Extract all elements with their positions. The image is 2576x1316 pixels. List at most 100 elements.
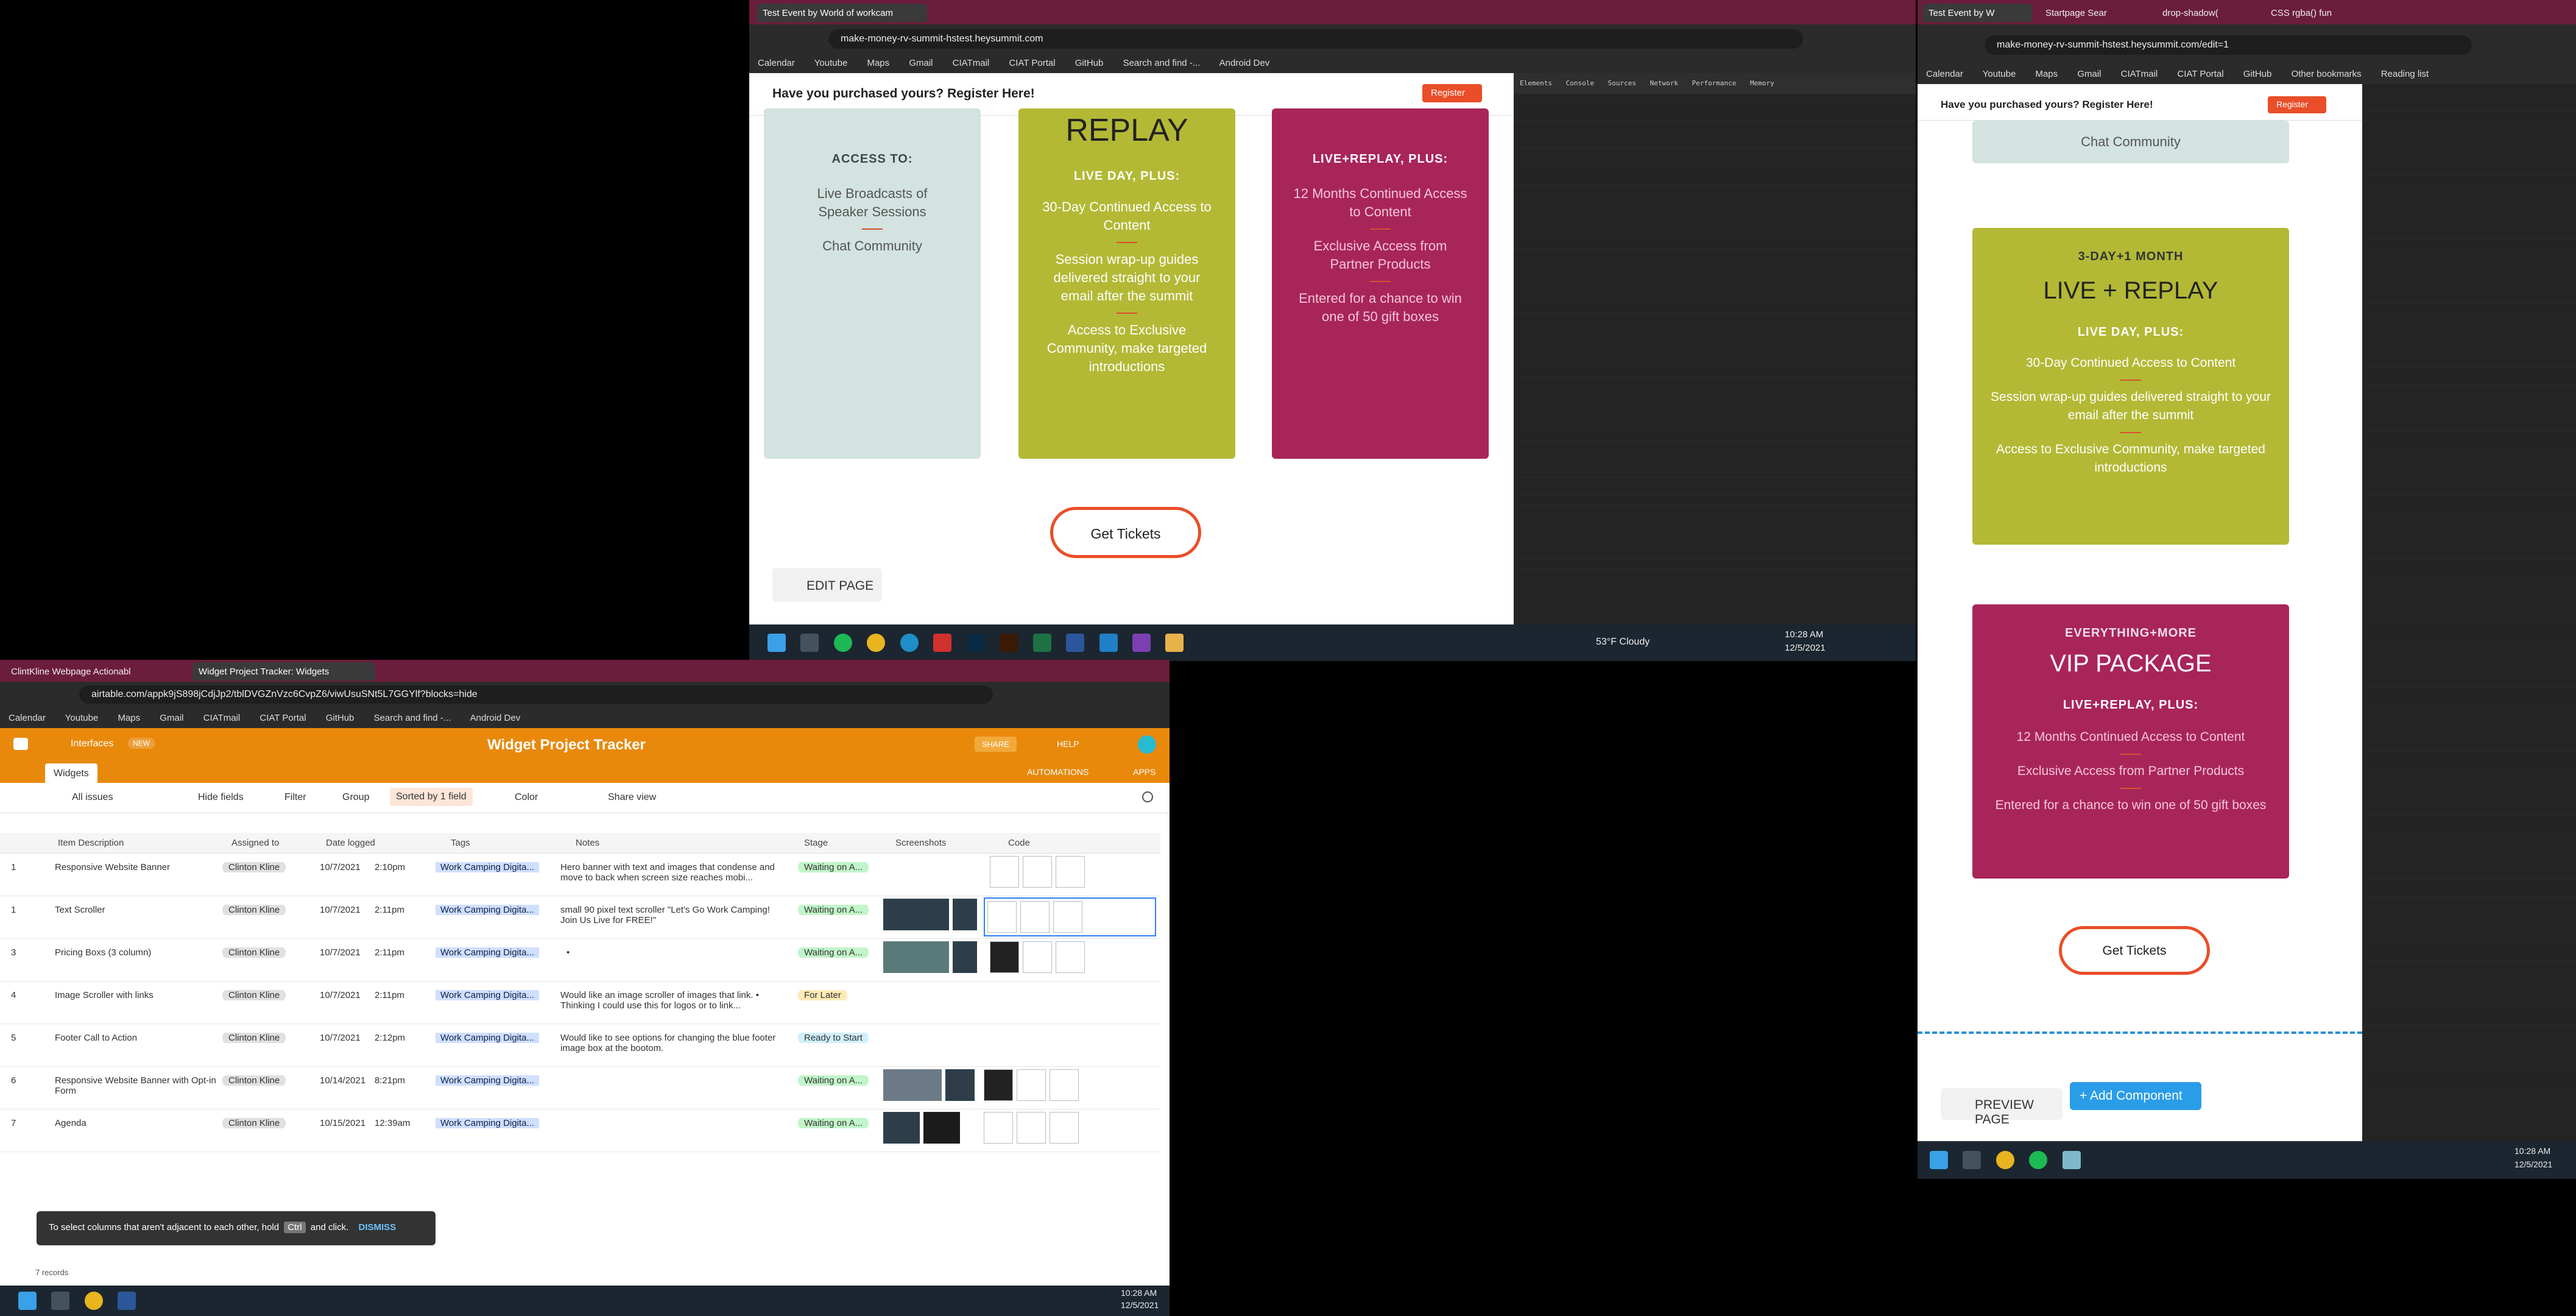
item-description[interactable]: Image Scroller with links — [55, 990, 219, 1000]
stage[interactable]: For Later — [798, 990, 847, 1000]
dismiss-button[interactable]: DISMISS — [358, 1222, 396, 1233]
stage[interactable]: Waiting on A... — [798, 1075, 869, 1086]
tag[interactable]: Work Camping Digita... — [436, 990, 539, 1000]
devtools-tab[interactable]: Memory — [1750, 79, 1774, 87]
table-row[interactable]: 1 Text Scroller Clinton Kline 10/7/2021 … — [0, 896, 1160, 939]
windows-start-icon[interactable] — [1930, 1151, 1948, 1169]
bookmark-item[interactable]: Gmail — [2077, 69, 2101, 79]
url-input[interactable]: airtable.com/appk9jS898jCdjJp2/tblDVGZnV… — [79, 685, 993, 704]
tab[interactable]: Startpage Sear — [2039, 4, 2149, 22]
get-tickets-button[interactable]: Get Tickets — [1050, 507, 1201, 558]
url-input[interactable]: make-money-rv-summit-hstest.heysummit.co… — [1985, 35, 2472, 55]
hide-fields-button[interactable]: Hide fields — [198, 792, 244, 803]
illustrator-icon[interactable] — [1000, 634, 1018, 652]
devtools-tab[interactable]: Console — [1566, 79, 1594, 87]
tab-widget-tracker[interactable]: Widget Project Tracker: Widgets — [192, 662, 375, 681]
devtools-tab[interactable]: Sources — [1608, 79, 1636, 87]
notes[interactable]: • — [566, 947, 570, 958]
notes[interactable]: small 90 pixel text scroller "Let's Go W… — [560, 905, 786, 925]
chrome-icon[interactable] — [867, 634, 886, 652]
edit-page-button[interactable]: EDIT PAGE — [772, 568, 882, 602]
share-view-button[interactable]: Share view — [608, 792, 656, 803]
bookmark-item[interactable]: Maps — [867, 58, 889, 68]
assigned-to[interactable]: Clinton Kline — [222, 1033, 286, 1043]
bookmark-item[interactable]: Youtube — [65, 713, 99, 723]
devtools-tab[interactable]: Performance — [1692, 79, 1737, 87]
apps-button[interactable]: APPS — [1133, 767, 1156, 777]
color-button[interactable]: Color — [515, 792, 538, 803]
date-logged[interactable]: 10/7/2021 — [320, 905, 361, 915]
file-explorer-icon[interactable] — [1165, 634, 1184, 652]
code-cell[interactable] — [984, 1069, 1082, 1101]
code-cell[interactable] — [990, 941, 1089, 973]
help-link[interactable]: HELP — [1057, 739, 1079, 749]
bookmark-item[interactable]: Android Dev — [1219, 58, 1270, 68]
table-row[interactable]: 4 Image Scroller with links Clinton Klin… — [0, 982, 1160, 1024]
spotify-icon[interactable] — [2029, 1151, 2048, 1169]
notes[interactable]: Would like to see options for changing t… — [560, 1033, 786, 1053]
tab[interactable]: ClintKline Webpage Actionabl — [5, 662, 188, 681]
col-header[interactable]: Assigned to — [231, 838, 279, 848]
bookmark-item[interactable]: CIAT Portal — [259, 713, 306, 723]
screenshots-cell[interactable] — [883, 941, 981, 973]
url-input[interactable]: make-money-rv-summit-hstest.heysummit.co… — [828, 29, 1803, 49]
stage[interactable]: Waiting on A... — [798, 947, 869, 958]
search-icon[interactable] — [800, 634, 819, 652]
date-logged[interactable]: 10/14/2021 — [320, 1075, 365, 1086]
assigned-to[interactable]: Clinton Kline — [222, 990, 286, 1000]
bookmark-item[interactable]: CIAT Portal — [1009, 58, 1055, 68]
tab[interactable]: CSS rgba() fun — [2265, 4, 2368, 22]
date-logged[interactable]: 10/7/2021 — [320, 947, 361, 958]
devtools-tab[interactable]: Network — [1650, 79, 1678, 87]
photoshop-icon[interactable] — [966, 634, 985, 652]
bookmark-item[interactable]: Maps — [2035, 69, 2058, 79]
date-logged[interactable]: 10/15/2021 — [320, 1118, 365, 1128]
col-header[interactable]: Tags — [451, 838, 470, 848]
bookmark-item[interactable]: Search and find -... — [374, 713, 451, 723]
word-icon[interactable] — [118, 1292, 136, 1310]
item-description[interactable]: Responsive Website Banner — [55, 862, 219, 872]
bookmark-item[interactable]: CIAT Portal — [2177, 69, 2223, 79]
app-icon[interactable] — [2062, 1151, 2081, 1169]
bookmark-item[interactable]: GitHub — [2243, 69, 2272, 79]
tag[interactable]: Work Camping Digita... — [436, 1033, 539, 1043]
tab[interactable]: Test Event by W — [1922, 4, 2032, 22]
base-title[interactable]: Widget Project Tracker — [487, 737, 646, 754]
table-row[interactable]: 3 Pricing Boxs (3 column) Clinton Kline … — [0, 939, 1160, 982]
assigned-to[interactable]: Clinton Kline — [222, 905, 286, 915]
filter-button[interactable]: Filter — [284, 792, 306, 803]
code-cell[interactable] — [984, 1112, 1082, 1144]
search-icon[interactable] — [1963, 1151, 1981, 1169]
tag[interactable]: Work Camping Digita... — [436, 1075, 539, 1086]
view-switcher[interactable]: All issues — [72, 792, 113, 803]
bookmark-item[interactable]: Calendar — [9, 713, 46, 723]
chrome-icon[interactable] — [84, 1292, 103, 1310]
tag[interactable]: Work Camping Digita... — [436, 905, 539, 915]
interfaces-link[interactable]: Interfaces — [71, 738, 113, 749]
bookmark-item[interactable]: Gmail — [160, 713, 183, 723]
code-cell-selected[interactable] — [984, 897, 1156, 936]
screenshots-cell[interactable] — [883, 1112, 964, 1144]
col-header[interactable]: Code — [1008, 838, 1030, 848]
acrobat-icon[interactable] — [933, 634, 952, 652]
stage[interactable]: Ready to Start — [798, 1033, 869, 1043]
bookmark-reading-list[interactable]: Reading list — [2381, 69, 2429, 79]
table-row[interactable]: 6 Responsive Website Banner with Opt-in … — [0, 1067, 1160, 1109]
tag[interactable]: Work Camping Digita... — [436, 1118, 539, 1128]
notes[interactable]: Hero banner with text and images that co… — [560, 862, 786, 883]
stage[interactable]: Waiting on A... — [798, 862, 869, 872]
item-description[interactable]: Agenda — [55, 1118, 219, 1128]
bookmark-item[interactable]: Calendar — [758, 58, 795, 68]
windows-start-icon[interactable] — [768, 634, 786, 652]
col-header[interactable]: Stage — [804, 838, 828, 848]
date-logged[interactable]: 10/7/2021 — [320, 990, 361, 1000]
item-description[interactable]: Text Scroller — [55, 905, 219, 915]
date-logged[interactable]: 10/7/2021 — [320, 862, 361, 872]
item-description[interactable]: Pricing Boxs (3 column) — [55, 947, 219, 958]
table-row[interactable]: 5 Footer Call to Action Clinton Kline 10… — [0, 1024, 1160, 1067]
notes[interactable]: Would like an image scroller of images t… — [560, 990, 786, 1011]
bookmark-item[interactable]: Maps — [118, 713, 140, 723]
search-icon[interactable] — [51, 1292, 70, 1310]
tab-test-event[interactable]: Test Event by World of workcam — [757, 4, 927, 22]
bookmark-item[interactable]: Gmail — [909, 58, 933, 68]
